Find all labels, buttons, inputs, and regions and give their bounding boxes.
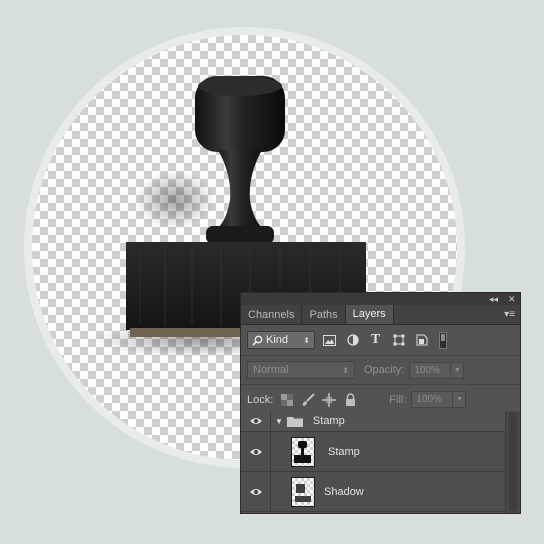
stepper-icon: ⬍ [303,335,310,345]
visibility-eye-icon[interactable] [241,432,271,471]
image-filter-icon[interactable] [321,332,338,349]
tab-layers[interactable]: Layers [345,305,394,324]
shape-filter-icon[interactable] [390,332,407,349]
folder-icon [286,416,303,427]
blend-mode-value: Normal [253,364,289,376]
visibility-eye-icon[interactable] [241,472,271,511]
layer-thumbnail [291,476,315,507]
lock-image-pixels-icon[interactable] [301,392,316,407]
layer-stamp[interactable]: Stamp [241,432,505,472]
opacity-input[interactable]: 100% [409,361,452,379]
blend-mode-select[interactable]: Normal ⬍ [247,361,355,379]
layer-name[interactable]: Shadow [324,486,364,498]
panel-menu-icon[interactable]: ▾≡ [504,309,515,320]
fill-dropdown-icon[interactable]: ▼ [453,391,467,408]
tab-paths[interactable]: Paths [302,306,346,324]
tab-channels[interactable]: Channels [241,306,303,324]
close-icon[interactable]: ✕ [508,293,516,305]
group-expand-triangle-icon[interactable]: ▼ [275,417,283,426]
search-icon [252,335,263,346]
type-filter-icon[interactable]: T [367,332,384,349]
filter-kind-select[interactable]: Kind ⬍ [247,331,315,349]
panel-tabs: Channels Paths Layers ▾≡ [241,305,520,325]
layer-thumbnail [291,436,315,467]
fill-input[interactable]: 100% [411,391,454,408]
lock-transparent-pixels-icon[interactable] [280,393,294,407]
layer-shadow[interactable]: Shadow [241,472,505,512]
lock-all-icon[interactable] [343,393,357,407]
smart-object-filter-icon[interactable] [413,332,430,349]
filter-kind-label: Kind [266,334,289,346]
layers-scrollbar[interactable] [505,411,520,513]
stepper-icon: ⬍ [342,365,349,375]
filter-toggle[interactable] [439,331,447,349]
lock-label: Lock: [247,393,274,406]
layer-name[interactable]: Stamp [328,446,360,458]
opacity-label: Opacity: [364,364,405,376]
layers-panel: ◂◂ ✕ Channels Paths Layers ▾≡ Kind ⬍ T N… [240,292,521,514]
fill-label: Fill: [389,393,407,406]
filter-row: Kind ⬍ T [241,325,520,356]
layer-name[interactable]: Stamp [313,415,345,427]
adjustment-filter-icon[interactable] [344,332,361,349]
lock-position-icon[interactable] [322,392,337,407]
visibility-eye-icon[interactable] [241,411,271,431]
opacity-dropdown-icon[interactable]: ▼ [451,361,465,379]
collapse-icon[interactable]: ◂◂ [489,293,498,305]
layers-list: ▼ Stamp Stamp Shadow [241,411,505,512]
panel-titlebar[interactable]: ◂◂ ✕ [241,293,520,305]
layer-group-stamp[interactable]: ▼ Stamp [241,411,505,432]
blend-row: Normal ⬍ Opacity: 100% ▼ [241,356,520,385]
